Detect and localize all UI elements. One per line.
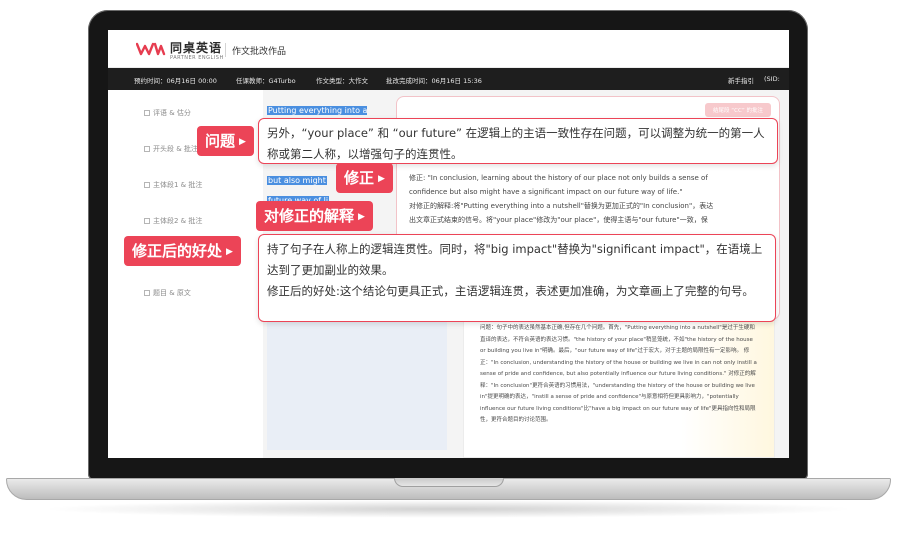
submit-time: 预约时间：06月16日 00:00 <box>134 77 217 85</box>
comment-card-secondary: 问题：句子中的表达虽然基本正确,但存在几个问题。首先，"Putting ever… <box>463 310 775 458</box>
guide-link[interactable]: 新手指引 <box>728 75 754 85</box>
essay-type: 作文类型：大作文 <box>316 77 368 85</box>
label-text: 修正后的好处 <box>132 242 223 260</box>
comment-tag: 结尾段 “CC” 的批注 <box>705 103 771 117</box>
logo-text[interactable]: 同桌英语 <box>170 39 222 56</box>
benefit-bubble: 持了句子在人称上的逻辑连贯性。同时，将"big impact"替换为"signi… <box>258 234 776 322</box>
document-icon <box>144 182 150 188</box>
sidebar-item-opening[interactable]: 开头段 & 批注 <box>144 144 198 154</box>
label-text: 修正 <box>344 169 375 187</box>
comment-card-text: 问题：句子中的表达虽然基本正确,但存在几个问题。首先，"Putting ever… <box>480 325 757 423</box>
sidebar-item-topic[interactable]: 题目 & 原文 <box>144 288 191 298</box>
label-problem: 问题 ▶ <box>197 126 254 156</box>
sidebar-item-body2[interactable]: 主体段2 & 批注 <box>144 216 202 226</box>
fix-text: 修正: "In conclusion, learning about the h… <box>409 174 708 182</box>
logo-icon <box>136 42 166 56</box>
laptop-notch <box>394 478 504 487</box>
sidebar-item-label: 开头段 & 批注 <box>153 145 198 153</box>
label-text: 问题 <box>205 132 236 150</box>
explain-text: 对修正的解释:将"Putting everything into a nutsh… <box>409 202 714 210</box>
play-icon: ▶ <box>226 247 233 257</box>
label-fix: 修正 ▶ <box>336 163 393 193</box>
play-icon: ▶ <box>239 137 246 147</box>
label-explain: 对修正的解释 ▶ <box>256 201 373 231</box>
essay-highlight[interactable]: but also might <box>267 176 327 185</box>
info-bar: 预约时间：06月16日 00:00 任课教师：G4Turbo 作文类型：大作文 … <box>108 68 789 90</box>
explain-text: 出文章正式结束的信号。将"your place"修改为"our place"，使… <box>409 216 708 224</box>
label-text: 对修正的解释 <box>264 207 355 225</box>
problem-bubble: 另外，“your place” 和 “our future” 在逻辑上的主语一致… <box>258 118 778 164</box>
sidebar-item-label: 主体段2 & 批注 <box>153 217 203 225</box>
logo-subtext: PARTNER ENGLISH <box>170 55 224 61</box>
play-icon: ▶ <box>358 212 365 222</box>
benefit-text: 修正后的好处:这个结论句更具正式，主语逻辑连贯，表述更加准确，为文章画上了完整的… <box>267 284 754 298</box>
fix-text: confidence but also might have a signifi… <box>409 188 683 196</box>
finish-time: 批改完成时间：06月16日 15:36 <box>386 77 482 85</box>
benefit-text: 持了句子在人称上的逻辑连贯性。同时，将"big impact"替换为"signi… <box>267 242 763 277</box>
label-benefit: 修正后的好处 ▶ <box>124 236 241 266</box>
app-header: 同桌英语 PARTNER ENGLISH 作文批改作品 <box>108 30 789 68</box>
sidebar-item-label: 主体段1 & 批注 <box>153 181 203 189</box>
sidebar-item-label: 题目 & 原文 <box>153 289 191 297</box>
header-divider <box>225 43 226 57</box>
laptop-shadow <box>40 500 857 518</box>
sidebar-item-label: 评语 & 估分 <box>153 109 191 117</box>
teacher-name: 任课教师：G4Turbo <box>236 77 296 85</box>
sidebar-item-comment[interactable]: 评语 & 估分 <box>144 108 191 118</box>
sid-text: (SID: <box>764 75 780 83</box>
play-icon: ▶ <box>378 174 385 184</box>
stage: 同桌英语 PARTNER ENGLISH 作文批改作品 预约时间：06月16日 … <box>0 0 897 541</box>
edit-icon <box>144 110 150 116</box>
document-icon <box>144 218 150 224</box>
page-title: 作文批改作品 <box>232 47 287 57</box>
sidebar-item-body1[interactable]: 主体段1 & 批注 <box>144 180 202 190</box>
document-icon <box>144 146 150 152</box>
book-icon <box>144 290 150 296</box>
